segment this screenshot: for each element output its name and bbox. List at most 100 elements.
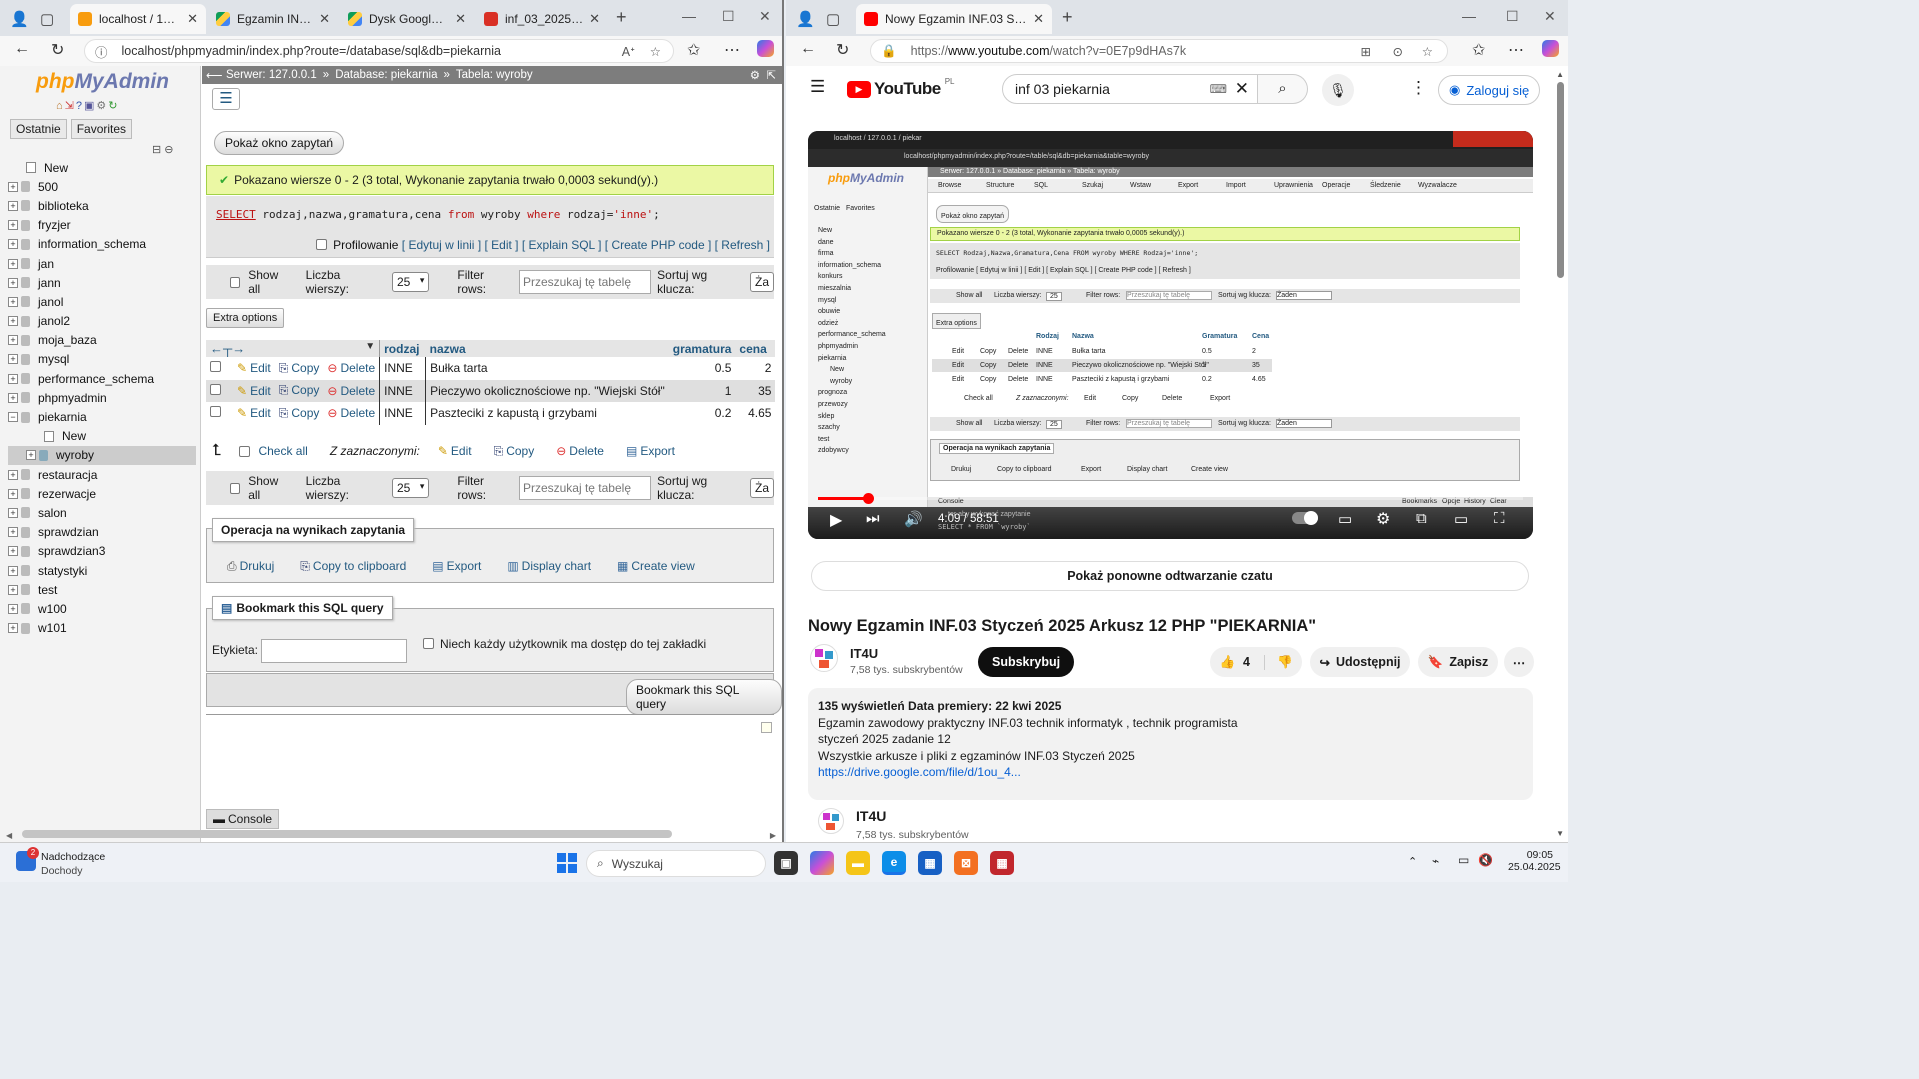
pma-logo[interactable]: phpMyAdmin — [36, 70, 169, 94]
profile-icon[interactable]: 👤 — [10, 10, 29, 28]
create-view-button[interactable]: ▦ Create view — [617, 559, 695, 574]
url-field[interactable]: ⓘ localhost/phpmyadmin/index.php?route=/… — [84, 39, 674, 63]
keyboard-icon[interactable]: ⌨ — [1210, 82, 1227, 96]
expand-icon[interactable]: + — [8, 181, 18, 192]
tree-item[interactable]: + phpmyadmin — [8, 388, 196, 407]
tree-item[interactable]: + restauracja — [8, 465, 196, 484]
breadcrumb-database[interactable]: Database: piekarnia — [335, 69, 437, 81]
cell-rodzaj[interactable]: INNE — [379, 379, 427, 402]
row-delete-button[interactable]: ⊖ Delete — [323, 379, 380, 402]
file-explorer-icon[interactable]: ▬ — [846, 851, 870, 875]
more-icon[interactable]: ⋯ — [724, 40, 740, 60]
vertical-scrollbar[interactable] — [1557, 82, 1564, 278]
maximize-icon[interactable]: ☐ — [1506, 8, 1519, 25]
tree-item[interactable]: + fryzjer — [8, 216, 196, 235]
more-actions-icon[interactable]: ⋯ — [1504, 647, 1534, 677]
scroll-down-icon[interactable]: ▼ — [1556, 829, 1564, 838]
cell-gramatura[interactable]: 1 — [668, 379, 736, 402]
reload-icon[interactable]: ↻ — [836, 40, 849, 60]
close-icon[interactable]: ✕ — [187, 11, 198, 27]
video-player[interactable]: localhost / 127.0.0.1 / piekar localhost… — [808, 131, 1533, 539]
tree-new-item[interactable]: New — [8, 158, 196, 177]
tab-favorites[interactable]: Favorites — [70, 119, 133, 139]
cell-cena[interactable]: 2 — [735, 357, 776, 380]
sort-select-bottom[interactable]: Ża — [749, 478, 774, 498]
inline-edit-link[interactable]: Edytuj w linii — [408, 238, 474, 252]
help-icon[interactable]: ? — [76, 100, 84, 112]
expand-icon[interactable]: + — [8, 239, 18, 250]
breadcrumb-server[interactable]: Serwer: 127.0.0.1 — [226, 69, 317, 81]
filter-rows-input[interactable]: Przeszukaj tę tabelę — [518, 270, 652, 294]
cell-nazwa[interactable]: Pieczywo okolicznościowe np. "Wiejski St… — [425, 379, 669, 402]
cell-cena[interactable]: 4.65 — [735, 402, 776, 425]
sort-select[interactable]: Ża — [749, 272, 774, 292]
expand-icon[interactable]: + — [8, 220, 18, 231]
new-tab-icon[interactable]: + — [616, 7, 627, 28]
tree-item[interactable]: + salon — [8, 503, 196, 522]
row-checkbox[interactable] — [210, 361, 221, 373]
explain-sql-link[interactable]: Explain SQL — [529, 238, 595, 252]
read-aloud-icon[interactable]: Aᐩ — [622, 44, 635, 59]
scroll-up-icon[interactable]: ▲ — [1556, 70, 1564, 79]
row-edit-button[interactable]: ✎ Edit — [233, 402, 275, 425]
start-icon[interactable] — [557, 853, 577, 873]
channel-name[interactable]: IT4U — [850, 646, 878, 661]
row-delete-button[interactable]: ⊖ Delete — [323, 357, 380, 380]
star-icon[interactable]: ☆ — [650, 44, 661, 59]
tab-actions-icon[interactable]: ▢ — [40, 10, 54, 28]
new-tab-icon[interactable]: + — [1062, 7, 1073, 28]
favorites-icon[interactable]: ✩ — [687, 40, 700, 60]
close-icon[interactable]: ✕ — [455, 11, 466, 27]
check-all-checkbox[interactable] — [239, 445, 251, 457]
close-icon[interactable]: ✕ — [319, 11, 330, 27]
bookmark-query-button[interactable]: Bookmark this SQL query — [626, 679, 782, 715]
tree-item[interactable]: + wyroby — [8, 445, 196, 465]
row-copy-button[interactable]: ⎘ Copy — [274, 379, 324, 402]
extra-options-button[interactable]: Extra options — [206, 308, 285, 328]
expand-icon[interactable]: + — [8, 200, 18, 211]
close-icon[interactable]: ✕ — [1033, 11, 1044, 27]
breadcrumb-table[interactable]: Tabela: wyroby — [456, 69, 533, 81]
header-rodzaj[interactable]: rodzaj — [379, 340, 426, 357]
expand-icon[interactable]: + — [8, 316, 18, 327]
menu-icon[interactable]: ☰ — [810, 77, 825, 97]
bulk-export-button[interactable]: ▤ Export — [626, 444, 675, 458]
rows-select[interactable]: 25 ▾ — [391, 272, 430, 292]
row-delete-button[interactable]: ⊖ Delete — [323, 402, 380, 425]
tree-item[interactable]: + mysql — [8, 350, 196, 369]
logout-icon[interactable]: ⇲ — [65, 100, 76, 112]
horizontal-scrollbar[interactable] — [22, 830, 672, 838]
miniplayer-icon[interactable]: ⧉ — [1416, 510, 1427, 527]
expand-icon[interactable]: + — [8, 354, 18, 365]
tray-chevron-icon[interactable]: ⌃ — [1408, 855, 1417, 868]
play-icon[interactable]: ▶ — [830, 510, 842, 530]
next-icon[interactable]: ⏭ — [866, 510, 880, 527]
copilot-icon[interactable] — [1542, 40, 1559, 57]
tree-item[interactable]: + janol2 — [8, 312, 196, 331]
channel-avatar-2[interactable] — [818, 808, 844, 834]
copilot-icon[interactable] — [757, 40, 774, 57]
voice-search-icon[interactable]: 🎙 — [1322, 74, 1354, 106]
youtube-logo[interactable]: ▶ YouTube PL — [847, 77, 955, 99]
xampp-icon[interactable]: ⊠ — [954, 851, 978, 875]
console-tab[interactable]: ▬ Console — [206, 809, 280, 829]
row-copy-button[interactable]: ⎘ Copy — [274, 402, 324, 425]
cell-rodzaj[interactable]: INNE — [379, 402, 427, 425]
chat-replay-button[interactable]: Pokaż ponowne odtwarzanie czatu — [811, 561, 1529, 591]
back-icon[interactable]: ← — [800, 40, 816, 58]
clear-search-icon[interactable]: ✕ — [1235, 79, 1249, 99]
dislike-icon[interactable]: 👎 — [1263, 654, 1293, 670]
collapse-top-icon[interactable]: ⇱ — [766, 68, 776, 82]
url-field-right[interactable]: 🔒 https://www.youtube.com/watch?v=0E7p9d… — [870, 39, 1448, 63]
bookmark-label-input[interactable] — [261, 639, 407, 663]
youtube-search-input[interactable]: inf 03 piekarnia ⌨ ✕ — [1002, 74, 1258, 104]
tree-item[interactable]: + w101 — [8, 619, 196, 638]
cell-rodzaj[interactable]: INNE — [379, 357, 427, 380]
tree-item[interactable]: + jann — [8, 273, 196, 292]
tree-item[interactable]: + jan — [8, 254, 196, 273]
bulk-edit-button[interactable]: ✎ Edit — [438, 444, 472, 458]
cell-gramatura[interactable]: 0.2 — [668, 402, 736, 425]
tree-item[interactable]: + sprawdzian3 — [8, 542, 196, 561]
tree-item[interactable]: + statystyki — [8, 561, 196, 580]
row-copy-button[interactable]: ⎘ Copy — [274, 357, 324, 380]
